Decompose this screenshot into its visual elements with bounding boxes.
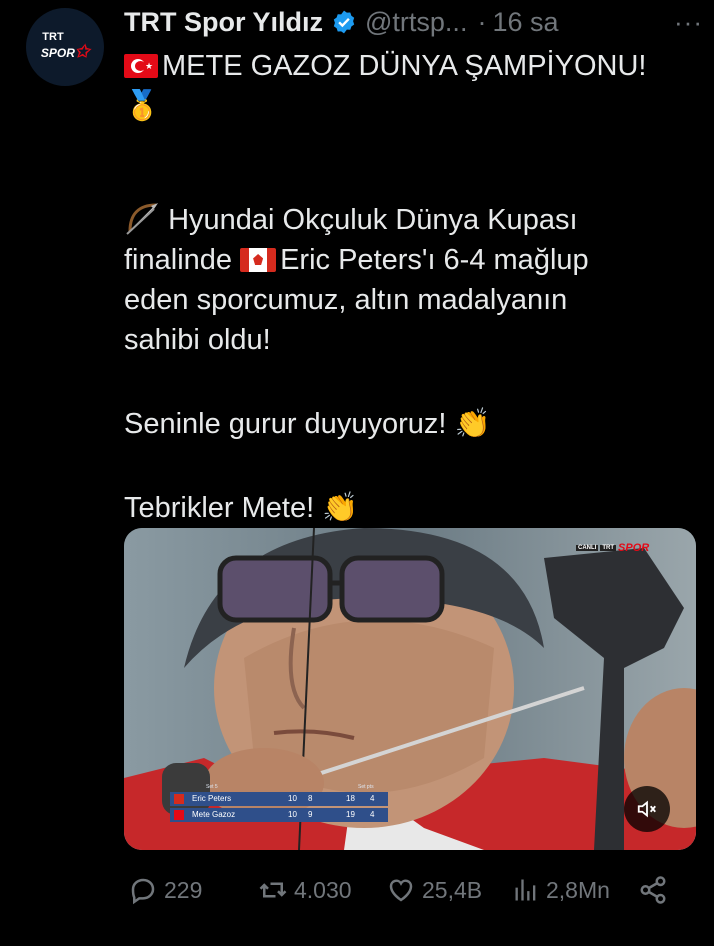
reply-count: 229 — [164, 876, 203, 903]
turkey-flag-icon: ★ — [124, 54, 158, 78]
post-line: sahibi oldu! — [124, 324, 271, 356]
scoreboard-row: Mete Gazoz 10 9 19 4 — [170, 808, 388, 822]
action-bar: 229 4.030 25,4B 2,8Mn — [124, 866, 704, 914]
post-line: ★ METE GAZOZ DÜNYA ŞAMPİYONU! — [124, 46, 704, 86]
like-count: 25,4B — [422, 876, 483, 903]
repost-icon — [259, 882, 287, 898]
post-time[interactable]: 16 sa — [492, 7, 558, 38]
post-line: finalinde Eric Peters'ı 6-4 mağlup — [124, 244, 589, 276]
like-button[interactable]: 25,4B — [386, 866, 482, 914]
account-name[interactable]: TRT Spor Yıldız — [124, 7, 323, 38]
verified-badge-icon — [331, 9, 357, 35]
repost-count: 4.030 — [294, 876, 352, 903]
avatar[interactable]: TRT SPOR✩ — [26, 8, 104, 86]
repost-button[interactable]: 4.030 — [258, 866, 352, 914]
broadcaster-logo: CANLI TRT SPOR — [576, 542, 650, 554]
canada-flag-icon — [240, 248, 277, 272]
separator-dot: · — [477, 6, 487, 37]
video-player[interactable]: CANLI TRT SPOR Set 5 Set pts Eric Peters 1… — [124, 528, 696, 850]
post-line: Seninle gurur duyuyoruz! 👏 — [124, 408, 491, 440]
heart-icon — [389, 879, 413, 902]
analytics-icon — [515, 879, 536, 901]
view-count: 2,8Mn — [546, 876, 610, 903]
mute-button[interactable] — [624, 786, 670, 832]
reply-icon — [131, 878, 155, 905]
views-button[interactable]: 2,8Mn — [512, 866, 610, 914]
scoreboard-row: Eric Peters 10 8 18 4 — [170, 792, 388, 806]
post-header: TRT Spor Yıldız @trtsp... · 16 sa — [124, 2, 694, 42]
post-line: Hyundai Okçuluk Dünya Kupası — [124, 200, 704, 240]
avatar-logo-top: TRT — [42, 31, 64, 43]
account-handle[interactable]: @trtsp... — [365, 7, 467, 38]
share-icon — [640, 876, 666, 904]
reply-button[interactable]: 229 — [128, 866, 202, 914]
scoreboard: Set 5 Set pts Eric Peters 10 8 18 4 Mete… — [158, 784, 388, 822]
post-text: ★ METE GAZOZ DÜNYA ŞAMPİYONU! 🥇 Hyundai O… — [124, 46, 704, 528]
post-line: eden sporcumuz, altın madalyanın — [124, 284, 568, 316]
more-options-icon[interactable]: ··· — [674, 2, 710, 42]
share-button[interactable] — [638, 866, 668, 914]
avatar-logo-main: SPOR✩ — [40, 42, 90, 61]
post-line: Tebrikler Mete! 👏 — [124, 492, 359, 524]
speaker-muted-icon — [637, 800, 656, 818]
medal-emoji: 🥇 — [124, 90, 161, 122]
